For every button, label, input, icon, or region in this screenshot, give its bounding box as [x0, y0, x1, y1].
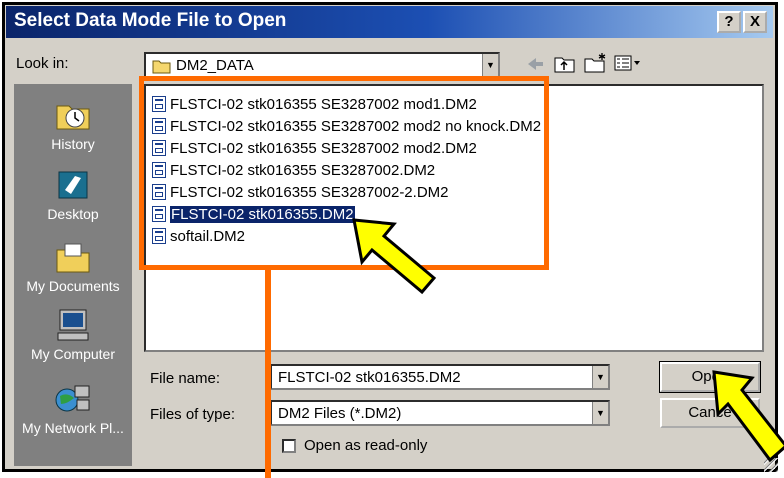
- file-type-label: Files of type:: [150, 406, 236, 423]
- history-icon: [56, 105, 90, 130]
- title-bar[interactable]: Select Data Mode File to Open ? X: [6, 6, 773, 38]
- look-in-label: Look in:: [16, 55, 69, 72]
- readonly-checkbox[interactable]: [282, 439, 296, 453]
- dialog-title: Select Data Mode File to Open: [14, 10, 287, 31]
- place-label: My Network Pl...: [22, 420, 124, 436]
- place-label: My Documents: [26, 278, 120, 294]
- place-label: Desktop: [47, 206, 99, 222]
- look-in-combo[interactable]: DM2_DATA ▼: [144, 52, 500, 78]
- file-name-field[interactable]: FLSTCI-02 stk016355.DM2 ▼: [270, 364, 610, 390]
- look-in-value: DM2_DATA: [176, 57, 254, 74]
- my-computer-icon: [57, 309, 89, 341]
- places-bar: History Desktop My Documents My Computer…: [14, 84, 132, 466]
- place-network[interactable]: My Network Pl...: [14, 382, 132, 436]
- chevron-down-icon[interactable]: ▼: [592, 402, 608, 424]
- place-my-documents[interactable]: My Documents: [14, 240, 132, 294]
- desktop-icon: [58, 171, 88, 199]
- highlight-connector: [265, 268, 271, 478]
- chevron-down-icon[interactable]: ▼: [592, 366, 608, 388]
- file-name-label: File name:: [150, 370, 221, 387]
- readonly-label: Open as read-only: [304, 437, 428, 454]
- annotation-arrow-icon: [352, 218, 437, 295]
- view-menu-icon[interactable]: [614, 55, 644, 73]
- place-desktop[interactable]: Desktop: [14, 168, 132, 222]
- file-type-select[interactable]: DM2 Files (*.DM2) ▼: [270, 400, 610, 426]
- file-name-value: FLSTCI-02 stk016355.DM2: [278, 369, 461, 386]
- my-documents-icon: [56, 243, 90, 273]
- place-history[interactable]: History: [14, 98, 132, 152]
- network-places-icon: [55, 385, 90, 412]
- up-folder-icon[interactable]: [554, 54, 576, 74]
- back-arrow-icon[interactable]: [526, 56, 544, 72]
- chevron-down-icon[interactable]: ▼: [482, 54, 498, 76]
- close-button[interactable]: X: [743, 11, 767, 33]
- place-label: History: [51, 136, 95, 152]
- file-type-value: DM2 Files (*.DM2): [278, 405, 402, 422]
- new-folder-icon[interactable]: [584, 52, 608, 74]
- place-my-computer[interactable]: My Computer: [14, 308, 132, 362]
- place-label: My Computer: [30, 346, 116, 362]
- folder-icon: [152, 60, 171, 74]
- highlight-box: [139, 76, 549, 270]
- help-button[interactable]: ?: [717, 11, 741, 33]
- annotation-arrow-icon: [712, 370, 784, 463]
